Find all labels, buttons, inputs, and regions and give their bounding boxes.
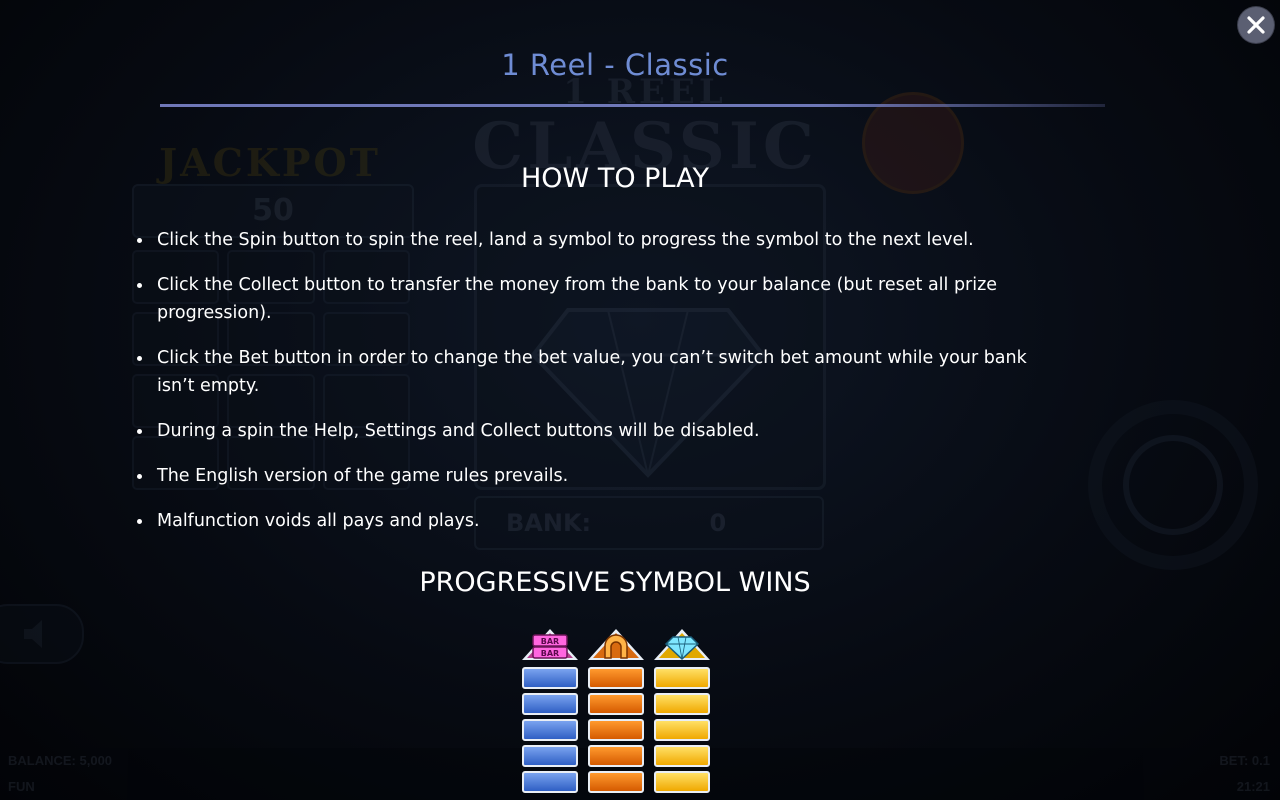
progressive-symbol-table: BAR BAR	[520, 628, 712, 800]
progress-cell	[654, 667, 710, 689]
sound-toggle	[0, 604, 84, 664]
clock: 21:21	[1236, 779, 1270, 794]
rule-item: Malfunction voids all pays and plays.	[137, 507, 1067, 535]
bar-icon-text-top: BAR	[541, 637, 559, 646]
dialog-title: 1 Reel - Classic	[501, 48, 729, 82]
speaker-icon	[24, 620, 42, 648]
bar-bar-icon: BAR BAR	[520, 628, 580, 662]
close-button[interactable]	[1238, 7, 1274, 43]
rule-item: Click the Collect button to transfer the…	[137, 271, 1067, 327]
progress-cell	[522, 771, 578, 793]
bar-icon-text-bottom: BAR	[541, 649, 559, 658]
game-help-screen: 1 REEL CLASSIC JACKPOT 50 BANK: 0 BALANC…	[0, 0, 1280, 800]
progress-cell	[588, 667, 644, 689]
rule-item: The English version of the game rules pr…	[137, 462, 1067, 490]
progress-cell	[522, 719, 578, 741]
progress-cell	[654, 719, 710, 741]
title-divider	[160, 104, 1105, 107]
close-icon	[1247, 16, 1265, 34]
progressive-column-horseshoe	[586, 628, 646, 800]
rule-item: During a spin the Help, Settings and Col…	[137, 417, 1067, 445]
progress-cell	[654, 771, 710, 793]
progress-cell	[522, 745, 578, 767]
progress-cell	[588, 693, 644, 715]
bet-label: BET: 0.1	[1219, 753, 1270, 768]
rules-list: Click the Spin button to spin the reel, …	[137, 226, 1067, 552]
progress-cell	[654, 745, 710, 767]
progress-cell	[588, 719, 644, 741]
mode-label: FUN	[8, 779, 35, 794]
balance-label: BALANCE: 5,000	[8, 753, 113, 768]
progressive-wins-heading: PROGRESSIVE SYMBOL WINS	[419, 567, 811, 598]
rule-item: Click the Spin button to spin the reel, …	[137, 226, 1067, 254]
diamond-icon	[652, 628, 712, 662]
progress-cell	[522, 667, 578, 689]
spin-icon	[1123, 435, 1223, 535]
progress-cell	[522, 693, 578, 715]
progressive-column-diamond	[652, 628, 712, 800]
progress-cell	[588, 745, 644, 767]
rule-item: Click the Bet button in order to change …	[137, 344, 1067, 400]
horseshoe-icon	[586, 628, 646, 662]
how-to-play-heading: HOW TO PLAY	[521, 163, 709, 194]
progressive-column-bar: BAR BAR	[520, 628, 580, 800]
progress-cell	[588, 771, 644, 793]
progress-cell	[654, 693, 710, 715]
